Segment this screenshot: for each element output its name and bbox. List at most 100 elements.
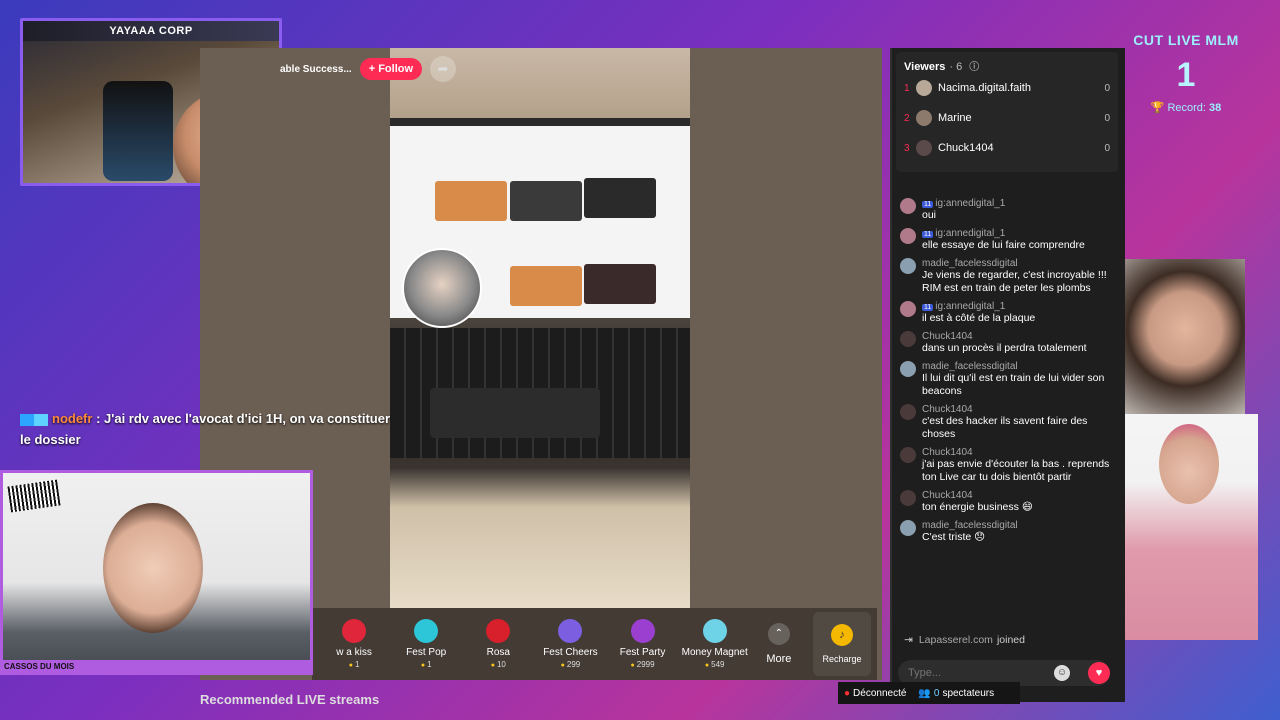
more-gifts-button[interactable]: ⌃ More	[751, 623, 807, 665]
emoji-icon[interactable]: ☺	[1054, 665, 1070, 681]
gift-name: Money Magnet	[681, 647, 748, 658]
avatar[interactable]	[900, 301, 916, 317]
avatar[interactable]	[900, 490, 916, 506]
avatar[interactable]	[900, 331, 916, 347]
chat-user[interactable]: madie_facelessdigital	[922, 520, 1018, 531]
avatar[interactable]	[900, 404, 916, 420]
viewer-row[interactable]: 1 Nacima.digital.faith 0	[904, 73, 1110, 103]
avatar[interactable]	[900, 447, 916, 463]
chat-message: Chuck1404 j'ai pas envie d'écouter la bas…	[900, 447, 1115, 484]
guest-person	[103, 503, 203, 633]
record-value: 38	[1209, 102, 1222, 114]
chat-text: dans un procès il perdra totalement	[922, 342, 1087, 354]
coin-icon: ♪	[830, 624, 853, 646]
recharge-label: Recharge	[822, 654, 862, 664]
heart-icon[interactable]: ♥	[1088, 662, 1110, 684]
gift-price: 2999	[631, 660, 655, 669]
gift-price: 1	[421, 660, 431, 669]
follow-button[interactable]: + Follow	[359, 58, 423, 80]
spectators-status: 👥 0 spectateurs	[918, 687, 995, 699]
chat-message: Chuck1404 c'est des hacker ils savent fai…	[900, 404, 1115, 441]
gift-name: Fest Pop	[406, 647, 447, 658]
viewers-count: · 6	[949, 61, 963, 73]
chat-text: c'est des hacker ils savent faire des ch…	[922, 415, 1088, 440]
webcam-banner: YAYAAA CORP	[23, 21, 279, 41]
recharge-button[interactable]: ♪ Recharge	[812, 612, 872, 676]
laptop-touchpad	[430, 388, 600, 438]
course-card	[435, 181, 507, 221]
live-video[interactable]	[390, 48, 690, 608]
viewer-name: Nacima.digital.faith	[938, 82, 1031, 94]
recommended-live-heading: Recommended LIVE streams	[200, 692, 380, 707]
viewer-score: 0	[1104, 112, 1110, 124]
gift-item[interactable]: w a kiss 1	[318, 619, 390, 669]
viewer-rank: 1	[904, 82, 910, 94]
chat-message: Chuck1404 dans un procès il perdra totale…	[900, 331, 1115, 355]
barcode-sticker	[7, 479, 61, 513]
gift-item[interactable]: Fest Party 2999	[607, 619, 679, 669]
viewer-row[interactable]: 3 Chuck1404 0	[904, 133, 1110, 163]
joined-notice: ⇥ Lapasserel.com joined	[904, 634, 1025, 646]
course-card	[510, 181, 582, 221]
gift-price: 10	[491, 660, 506, 669]
chat-user[interactable]: 11 ig:annedigital_1	[922, 228, 1085, 239]
chat-user[interactable]: 11 ig:annedigital_1	[922, 198, 1005, 209]
viewers-title: Viewers · 6 ⓘ	[904, 58, 1110, 73]
chat-user[interactable]: Chuck1404	[922, 447, 1115, 458]
gift-bar: w a kiss1Fest Pop1Rosa10Fest Cheers299Fe…	[312, 608, 877, 680]
chat-user[interactable]: Chuck1404	[922, 331, 1087, 342]
joined-text: joined	[996, 634, 1025, 646]
chat-text: Il lui dit qu'il est en train de lui vid…	[922, 372, 1105, 397]
gift-item[interactable]: Rosa 10	[462, 619, 534, 669]
chat-user[interactable]: 11 ig:annedigital_1	[922, 301, 1035, 312]
viewer-rank: 3	[904, 142, 910, 154]
gift-item[interactable]: Money Magnet 549	[679, 619, 751, 669]
gift-item[interactable]: Fest Cheers 299	[534, 619, 606, 669]
course-card	[584, 264, 656, 304]
spectators-icon: 👥	[918, 687, 931, 699]
record-label: Record:	[1167, 102, 1206, 114]
webcam-label: CASSOS DU MOIS	[0, 660, 313, 674]
gift-name: Rosa	[486, 647, 510, 658]
stream-title: able Success...	[280, 63, 352, 75]
avatar[interactable]	[900, 198, 916, 214]
overlay-chat-user: nodefr	[52, 411, 93, 426]
record-counter: 🏆 Record: 38	[1128, 101, 1244, 114]
chat-panel: Viewers · 6 ⓘ 1 Nacima.digital.faith 0 2 Mari…	[890, 48, 1125, 702]
status-bar: ● Déconnecté 👥 0 spectateurs	[838, 682, 1020, 704]
chat-text: elle essaye de lui faire comprendre	[922, 239, 1085, 251]
more-label: More	[766, 653, 792, 665]
gift-name: Fest Cheers	[543, 647, 598, 658]
share-arrow-icon[interactable]: ➦	[430, 56, 457, 82]
viewer-score: 0	[1104, 142, 1110, 154]
chat-message: madie_facelessdigital Je viens de regarde…	[900, 258, 1115, 295]
avatar[interactable]	[900, 520, 916, 536]
chat-text: j'ai pas envie d'écouter la bas . repren…	[922, 458, 1110, 483]
trophy-icon: 🏆	[1150, 102, 1165, 114]
guest-person	[1159, 424, 1219, 504]
avatar	[916, 110, 932, 126]
picture-in-picture-cam	[402, 248, 482, 328]
gift-price: 549	[705, 660, 724, 669]
avatar[interactable]	[900, 361, 916, 377]
course-card	[584, 178, 656, 218]
viewers-label: Viewers	[904, 61, 946, 73]
chat-platform-icon	[20, 413, 48, 426]
chat-message: 11 ig:annedigital_1 oui	[900, 198, 1115, 222]
stream-header: able Success... + Follow ➦	[280, 56, 457, 82]
chat-message: 11 ig:annedigital_1 il est à côté de la pl…	[900, 301, 1115, 325]
chevron-up-icon: ⌃	[767, 623, 790, 645]
chat-user[interactable]: madie_facelessdigital	[922, 258, 1115, 269]
viewers-list: 1 Nacima.digital.faith 0 2 Marine 0 3 Chuck1404…	[904, 73, 1110, 163]
avatar[interactable]	[900, 258, 916, 274]
chat-user[interactable]: Chuck1404	[922, 404, 1115, 415]
viewer-row[interactable]: 2 Marine 0	[904, 103, 1110, 133]
gift-item[interactable]: Fest Pop 1	[390, 619, 462, 669]
chat-message: Chuck1404 ton énergie business 😄	[900, 490, 1115, 514]
avatar[interactable]	[900, 228, 916, 244]
counter-value: 1	[1176, 56, 1196, 94]
money-magnet-icon	[702, 619, 727, 643]
chat-user[interactable]: madie_facelessdigital	[922, 361, 1115, 372]
help-icon[interactable]: ⓘ	[969, 62, 979, 73]
chat-user[interactable]: Chuck1404	[922, 490, 1033, 501]
